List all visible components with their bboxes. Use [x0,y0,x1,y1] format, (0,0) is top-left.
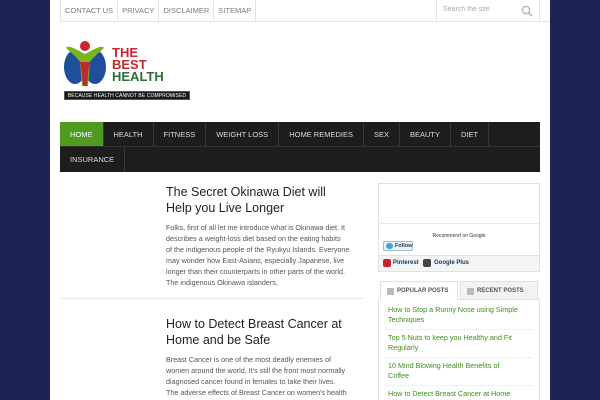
twitter-follow-button[interactable]: Follow [383,241,413,251]
google-plus-icon [423,259,431,267]
nav-item-sex[interactable]: SEX [364,122,400,146]
tab-label: RECENT POSTS [477,288,524,294]
popular-post-line: Top 5 Nuts to keep you Healthy and Fit [388,333,512,342]
post-title-line[interactable]: The Secret Okinawa Diet will [166,184,366,200]
follow-label: Follow [395,243,413,249]
popular-icon [387,288,394,295]
post-tabs: POPULAR POSTS RECENT POSTS [378,281,540,300]
tab-popular-posts[interactable]: POPULAR POSTS [380,281,458,300]
excerpt-line: Folks, first of all let me introduce wha… [166,223,345,232]
popular-post-item[interactable]: How to Detect Breast Cancer at Home [385,386,533,400]
excerpt-line: longer than their counterparts in other … [166,267,345,276]
recommend-on-google[interactable]: Recommend on Google [379,233,539,239]
post-title-line[interactable]: Help you Live Longer [166,200,366,216]
search-input[interactable] [443,6,513,13]
excerpt-line: of the indigenous people of the Ryukyu I… [166,245,350,254]
search-icon[interactable] [521,5,533,17]
popular-post-line: Coffee [388,371,410,380]
popular-post-line: 10 Mind Blowing Health Benefits of [388,361,500,370]
post-okinawa-diet: The Secret Okinawa Diet will Help you Li… [166,184,366,288]
top-link-privacy[interactable]: PRIVACY [117,0,160,22]
logo-line-health: HEALTH [112,69,164,84]
excerpt-line: Breast Cancer is one of the most deadly … [166,355,332,364]
pinterest-link[interactable]: Pinterest [393,259,419,268]
excerpt-line: The adverse effects of Breast Cancer on … [166,388,347,397]
main-nav: HOME HEALTH FITNESS WEIGHT LOSS HOME REM… [60,122,540,172]
logo-text: THE BEST HEALTH [112,46,164,84]
nav-item-home-remedies[interactable]: HOME REMEDIES [279,122,364,146]
nav-row-2: INSURANCE [60,147,540,172]
google-widget-header [379,184,539,224]
social-links: Pinterest Google Plus [378,256,540,272]
popular-post-item[interactable]: How to Stop a Runny Nose using Simple Te… [385,302,533,330]
nav-item-weight-loss[interactable]: WEIGHT LOSS [206,122,280,146]
top-link-sitemap[interactable]: SITEMAP [213,0,257,22]
search-box [436,0,540,22]
excerpt-line: diagnosed cancer found in females to tak… [166,377,336,386]
recent-icon [467,288,474,295]
post-title[interactable]: How to Detect Breast Cancer at Home and … [166,316,366,348]
nav-item-insurance[interactable]: INSURANCE [60,147,126,172]
site-logo[interactable]: THE BEST HEALTH BECAUSE HEALTH CANNOT BE… [62,40,192,102]
logo-tagline: BECAUSE HEALTH CANNOT BE COMPROMISED [64,91,190,100]
post-excerpt: Folks, first of all let me introduce wha… [166,222,366,288]
nav-item-health[interactable]: HEALTH [104,122,154,146]
nav-item-fitness[interactable]: FITNESS [154,122,207,146]
popular-post-item[interactable]: 10 Mind Blowing Health Benefits of Coffe… [385,358,533,386]
post-title-line[interactable]: Home and be Safe [166,332,366,348]
nav-item-diet[interactable]: DIET [451,122,490,146]
page: CONTACT US PRIVACY DISCLAIMER SITEMAP TH… [50,0,550,400]
nav-row-1: HOME HEALTH FITNESS WEIGHT LOSS HOME REM… [60,122,540,147]
sidebar: Recommend on Google Follow Pinterest Goo… [378,183,540,400]
excerpt-line: may wonder how East-Asians, especially J… [166,256,345,265]
nav-item-home[interactable]: HOME [60,122,104,146]
twitter-bird-icon [386,243,393,249]
popular-post-line: How to Stop a Runny Nose using Simple [388,305,518,314]
google-plus-link[interactable]: Google Plus [434,259,469,268]
logo-figure-icon [64,41,106,86]
post-excerpt: Breast Cancer is one of the most deadly … [166,354,366,398]
tab-recent-posts[interactable]: RECENT POSTS [460,281,538,300]
google-recommend-widget: Recommend on Google Follow [378,183,540,256]
popular-post-line: Regularly [388,343,419,352]
nav-item-beauty[interactable]: BEAUTY [400,122,451,146]
excerpt-line: describes a weight-loss diet based on th… [166,234,341,243]
excerpt-line: The indigenous Okinawa islanders, [166,278,278,287]
post-divider [60,298,365,299]
popular-post-item[interactable]: Top 5 Nuts to keep you Healthy and Fit R… [385,330,533,358]
pinterest-icon [383,259,391,267]
popular-post-line: Techniques [388,315,425,324]
popular-post-line: How to Detect Breast Cancer at Home [388,389,511,398]
tab-label: POPULAR POSTS [397,288,449,294]
top-bar: CONTACT US PRIVACY DISCLAIMER SITEMAP [60,0,550,22]
top-links: CONTACT US PRIVACY DISCLAIMER SITEMAP [60,0,257,22]
post-breast-cancer: How to Detect Breast Cancer at Home and … [166,316,366,398]
post-title[interactable]: The Secret Okinawa Diet will Help you Li… [166,184,366,216]
post-title-line[interactable]: How to Detect Breast Cancer at [166,316,366,332]
popular-posts-list: How to Stop a Runny Nose using Simple Te… [378,300,540,400]
top-link-disclaimer[interactable]: DISCLAIMER [158,0,215,22]
top-link-contact-us[interactable]: CONTACT US [60,0,119,22]
excerpt-line: women around the world. It's still the f… [166,366,346,375]
